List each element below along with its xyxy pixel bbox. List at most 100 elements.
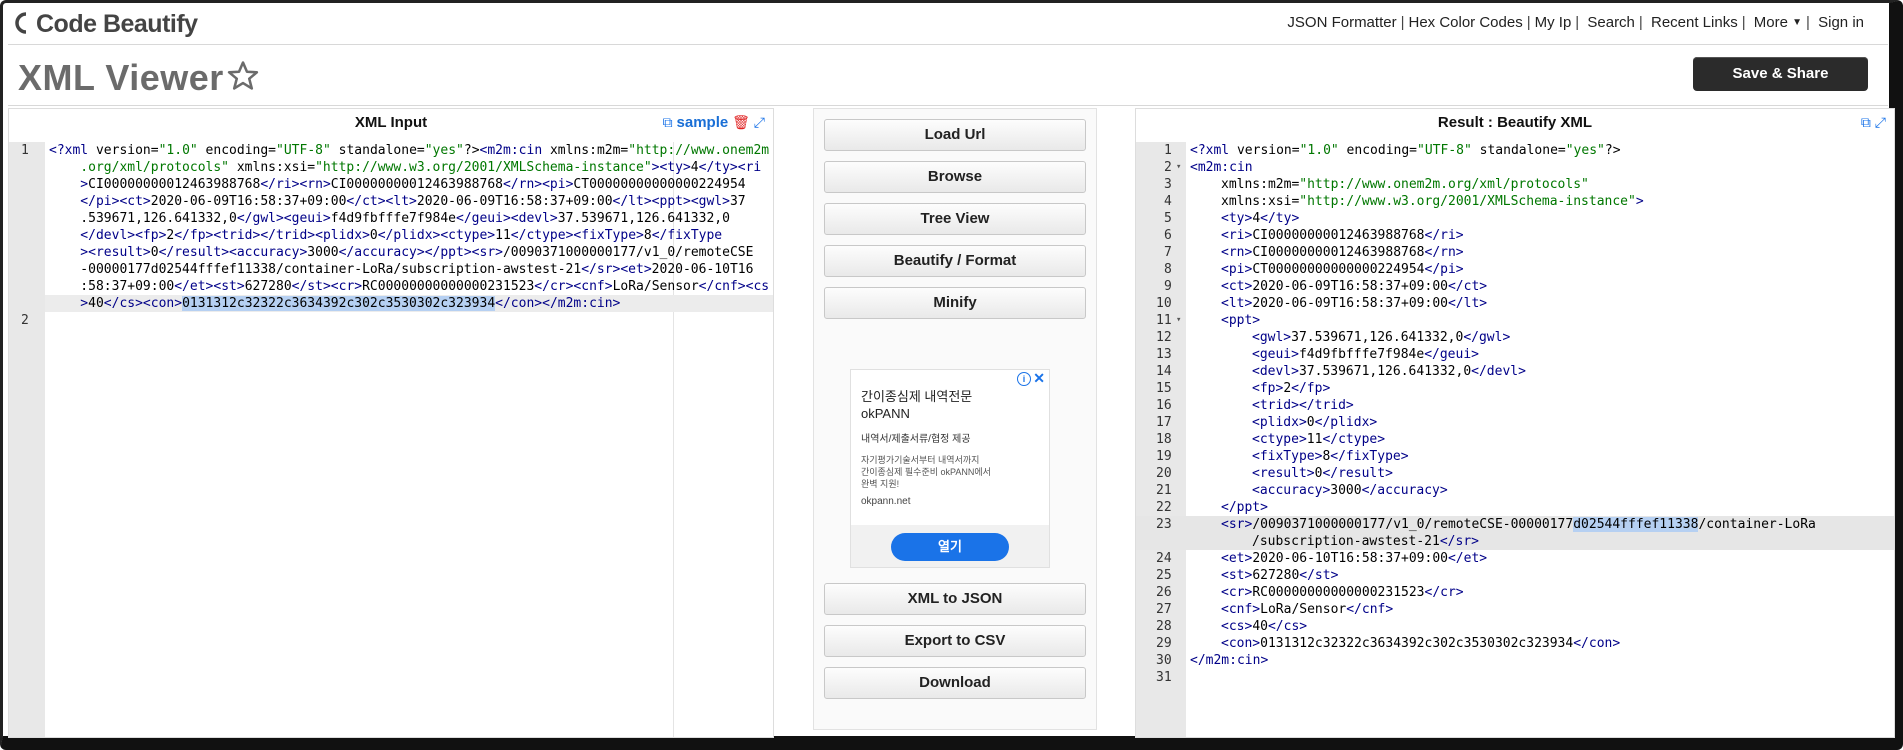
nav-more[interactable]: More ▼ <box>1754 14 1802 31</box>
code-text: xmlns:xsi="http://www.w3.org/2001/XMLSch… <box>1221 193 1644 210</box>
fold-toggle-icon[interactable]: ▾ <box>1176 312 1181 329</box>
nav-sign-in[interactable]: Sign in <box>1818 14 1864 31</box>
minify-button[interactable]: Minify <box>824 287 1086 319</box>
code-token: 40 <box>1252 619 1268 634</box>
code-text: .org/xml/protocols" xmlns:xsi="http://ww… <box>49 159 761 176</box>
code-token: xmlns:m2m= <box>542 143 629 158</box>
code-token: </m2m:cin> <box>1190 653 1269 668</box>
code-token: 0131312c32322c3634392c302c3530302c323934 <box>182 296 496 311</box>
export-to-csv-button[interactable]: Export to CSV <box>824 625 1086 657</box>
code-token: -00000177d02544fffef11338/container-LoRa… <box>49 262 582 277</box>
code-token: d02544fffef11338 <box>1573 517 1699 532</box>
code-text: >CI00000000012463988768</ri><rn>CI000000… <box>49 176 745 193</box>
code-token: 627280 <box>1252 568 1300 583</box>
code-line: 3 xmlns:m2m="http://www.onem2m.org/xml/pr… <box>1136 176 1894 193</box>
result-editor[interactable]: 1 <?xml version="1.0" encoding="UTF-8" st… <box>1136 142 1894 737</box>
code-token: /0090371000000177/v1_0/remoteCSE-0000017… <box>1252 517 1574 532</box>
xml-input-editor[interactable]: <?xml version="1.0" encoding="UTF-8" sta… <box>9 142 773 737</box>
code-text: <?xml version="1.0" encoding="UTF-8" sta… <box>49 142 769 159</box>
code-token: <cr> <box>1221 585 1253 600</box>
nav-search[interactable]: Search <box>1587 14 1635 31</box>
line-number: 15 <box>1156 381 1172 396</box>
line-number: 20 <box>1156 466 1172 481</box>
site-logo[interactable]: Code Beautify <box>10 10 198 39</box>
line-number: 23 <box>1156 517 1172 532</box>
code-token: version= <box>88 143 159 158</box>
code-token: </ctype><fixType> <box>510 228 644 243</box>
code-token: </cr> <box>1424 585 1464 600</box>
code-text: <cr>RC00000000000000231523</cr> <box>1221 584 1464 601</box>
line-number: 19 <box>1156 449 1172 464</box>
trash-icon[interactable]: 🗑 <box>732 114 750 130</box>
code-token: <ppt> <box>1221 313 1261 328</box>
code-text: <accuracy>3000</accuracy> <box>1252 482 1448 499</box>
page-title-text: XML Viewer <box>18 57 224 98</box>
line-number: 6 <box>1164 228 1172 243</box>
nav-hex-color-codes[interactable]: Hex Color Codes <box>1408 14 1522 31</box>
code-token: "yes" <box>1565 143 1605 158</box>
code-text: </devl><fp>2</fp><trid></trid><plidx>0</… <box>49 227 722 244</box>
nav-recent-links[interactable]: Recent Links <box>1651 14 1738 31</box>
code-token: </lt><ppt><gwl> <box>612 194 730 209</box>
close-icon[interactable]: ✕ <box>1033 370 1045 387</box>
code-token: </plidx> <box>1314 415 1378 430</box>
ad-info-icon[interactable]: i <box>1017 372 1031 386</box>
code-token: </cs><con> <box>103 296 183 311</box>
caret-down-icon: ▼ <box>1792 17 1803 28</box>
code-line: 22 </ppt> <box>1136 499 1894 516</box>
xml-to-json-button[interactable]: XML to JSON <box>824 583 1086 615</box>
code-line: 10 <lt>2020-06-09T16:58:37+09:00</lt> <box>1136 295 1894 312</box>
code-token: <gwl> <box>1252 330 1292 345</box>
star-icon[interactable] <box>226 59 260 93</box>
code-token: "http://www.w3.org/2001/XMLSchema-instan… <box>315 160 652 175</box>
code-line: 30 </m2m:cin> <box>1136 652 1894 669</box>
code-token: 37.539671,126.641332,0 <box>1291 330 1464 345</box>
code-text: <fp>2</fp> <box>1252 380 1330 397</box>
sample-link[interactable]: sample <box>677 114 729 131</box>
code-text: </pi><ct>2020-06-09T16:58:37+09:00</ct><… <box>49 193 746 210</box>
expand-icon[interactable]: ⤢ <box>1875 114 1886 130</box>
code-line: 31 <box>1136 669 1894 686</box>
code-token: /container-LoRa <box>1698 517 1816 532</box>
save-share-button[interactable]: Save & Share <box>1693 57 1868 91</box>
line-number: 13 <box>1156 347 1172 362</box>
line-number: 9 <box>1164 279 1172 294</box>
xml-input-title: XML Input <box>354 114 428 131</box>
copy-icon[interactable]: ⧉ <box>1861 114 1871 130</box>
code-token: </st> <box>1299 568 1339 583</box>
code-token: /0090371000000177/v1_0/remoteCSE <box>502 245 754 260</box>
tree-view-button[interactable]: Tree View <box>824 203 1086 235</box>
nav-json-formatter[interactable]: JSON Formatter <box>1287 14 1396 31</box>
code-token: </cnf><cs <box>698 279 770 294</box>
line-number: 16 <box>1156 398 1172 413</box>
ad-open-button[interactable]: 열기 <box>891 533 1009 561</box>
code-token: </devl><fp> <box>49 228 167 243</box>
code-token: <ctype> <box>1252 432 1307 447</box>
code-token: 2020-06-09T16:58:37+09:00 <box>1252 279 1448 294</box>
code-text: <result>0</result> <box>1252 465 1393 482</box>
line-number: 18 <box>1156 432 1172 447</box>
code-token: "UTF-8" <box>276 143 331 158</box>
code-text: /subscription-awstest-21</sr> <box>1252 533 1479 550</box>
code-token: 37 <box>729 194 746 209</box>
code-line: 2 ▾ <m2m:cin <box>1136 159 1894 176</box>
download-button[interactable]: Download <box>824 667 1086 699</box>
code-token: </plidx><ctype> <box>377 228 496 243</box>
load-url-button[interactable]: Load Url <box>824 119 1086 151</box>
code-token: 2020-06-10T16 <box>651 262 754 277</box>
browse-button[interactable]: Browse <box>824 161 1086 193</box>
fold-toggle-icon[interactable]: ▾ <box>1176 159 1181 176</box>
code-line: 1 <?xml version="1.0" encoding="UTF-8" st… <box>1136 142 1894 159</box>
code-text: <ppt> <box>1221 312 1260 329</box>
beautify-format-button[interactable]: Beautify / Format <box>824 245 1086 277</box>
expand-icon[interactable]: ⤢ <box>754 114 765 130</box>
code-token: 2020-06-10T16:58:37+09:00 <box>1252 551 1448 566</box>
copy-icon[interactable]: ⧉ <box>663 114 673 130</box>
code-token: "yes" <box>424 143 464 158</box>
code-text: <et>2020-06-10T16:58:37+09:00</et> <box>1221 550 1487 567</box>
nav-my-ip[interactable]: My Ip <box>1535 14 1572 31</box>
code-token: <fp> <box>1252 381 1284 396</box>
advertisement[interactable]: i ✕ 간이종심제 내역전문 okPANN 내역서/제출서류/협정 제공 자기평… <box>850 369 1050 568</box>
logo-icon <box>15 12 27 34</box>
top-bar: Code Beautify JSON Formatter | Hex Color C… <box>8 4 1888 45</box>
